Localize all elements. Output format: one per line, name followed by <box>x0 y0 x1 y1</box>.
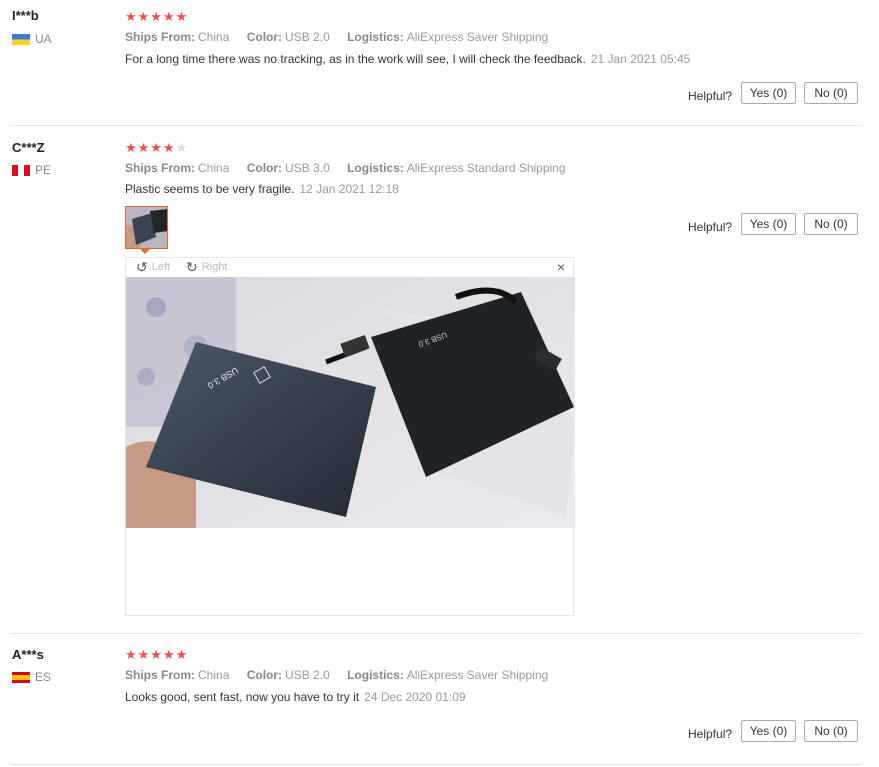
star-icon: ★ <box>125 647 137 662</box>
star-icon: ★ <box>175 647 188 662</box>
color-value: USB 2.0 <box>285 30 330 44</box>
logistics-label: Logistics: <box>347 668 404 682</box>
country-code: ES <box>35 670 52 684</box>
color-label: Color: <box>246 161 283 175</box>
logistics-value: AliExpress Standard Shipping <box>406 161 566 175</box>
review-divider <box>10 764 862 765</box>
star-icon: ★ <box>137 9 150 24</box>
order-info: Ships From: China Color: USB 2.0 Logistics… <box>125 668 562 682</box>
ships-from-label: Ships From: <box>125 668 196 682</box>
ships-from-value: China <box>198 668 230 682</box>
star-icon: ★ <box>162 647 175 662</box>
logistics-value: AliExpress Saver Shipping <box>406 30 549 44</box>
review-photo: USB 3.0 USB 3.0 <box>126 277 575 528</box>
review-body: For a long time there was no tracking, a… <box>125 52 586 66</box>
helpful-label: Helpful? <box>688 220 733 234</box>
color-label: Color: <box>246 668 283 682</box>
flag-es-icon <box>12 671 30 683</box>
star-icon: ★ <box>125 140 137 155</box>
logistics-value: AliExpress Saver Shipping <box>406 668 549 682</box>
reviewer-name: A***s <box>12 647 44 662</box>
helpful-yes-button[interactable]: Yes (0) <box>741 720 796 742</box>
star-icon: ★ <box>150 647 162 662</box>
reviewer-country: PE <box>12 163 51 177</box>
review-text: Plastic seems to be very fragile. 12 Jan … <box>125 182 399 196</box>
thumbnail-image <box>126 207 167 248</box>
review-body: Looks good, sent fast, now you have to t… <box>125 690 360 704</box>
review-date: 21 Jan 2021 05:45 <box>590 52 691 66</box>
flag-pe-icon <box>12 164 30 176</box>
star-icon: ★ <box>137 140 150 155</box>
helpful-label: Helpful? <box>688 89 733 103</box>
color-label: Color: <box>246 30 283 44</box>
ships-from-value: China <box>198 30 230 44</box>
rotate-left-label: Left <box>151 261 171 273</box>
logistics-label: Logistics: <box>347 30 404 44</box>
photo-image: USB 3.0 USB 3.0 <box>126 277 575 528</box>
review-date: 24 Dec 2020 01:09 <box>364 690 466 704</box>
star-rating: ★ ★ ★ ★ ★ <box>125 10 187 23</box>
review-body: Plastic seems to be very fragile. <box>125 182 295 196</box>
star-icon: ★ <box>137 647 150 662</box>
star-icon: ★ <box>125 9 137 24</box>
ships-from-label: Ships From: <box>125 161 196 175</box>
country-code: UA <box>35 32 52 46</box>
star-icon: ★ <box>150 9 162 24</box>
reviewer-country: UA <box>12 32 52 46</box>
reviewer-name: C***Z <box>12 140 45 155</box>
flag-ua-icon <box>12 33 30 45</box>
star-rating: ★ ★ ★ ★ ★ <box>125 141 187 154</box>
review-text: For a long time there was no tracking, a… <box>125 52 690 66</box>
star-icon: ★ <box>162 9 175 24</box>
star-rating: ★ ★ ★ ★ ★ <box>125 648 187 661</box>
rotate-right-label: Right <box>201 261 228 273</box>
star-icon: ★ <box>162 140 175 155</box>
rotate-right-button[interactable]: ↻ Right <box>186 259 228 275</box>
rotate-left-icon: ↺ <box>136 259 148 275</box>
color-value: USB 2.0 <box>285 668 330 682</box>
helpful-no-button[interactable]: No (0) <box>804 82 858 104</box>
reviewer-name: I***b <box>12 8 39 23</box>
helpful-no-button[interactable]: No (0) <box>804 213 858 235</box>
review-divider <box>10 125 862 126</box>
helpful-yes-button[interactable]: Yes (0) <box>741 213 796 235</box>
order-info: Ships From: China Color: USB 2.0 Logistics… <box>125 30 562 44</box>
reviewer-country: ES <box>12 670 51 684</box>
ships-from-value: China <box>198 161 230 175</box>
rotate-right-icon: ↻ <box>186 259 198 275</box>
review-photo-thumbnail[interactable] <box>125 206 168 249</box>
helpful-yes-button[interactable]: Yes (0) <box>741 82 796 104</box>
close-icon[interactable]: × <box>557 259 565 275</box>
star-icon: ★ <box>175 9 188 24</box>
review-divider <box>10 633 862 634</box>
helpful-label: Helpful? <box>688 727 733 741</box>
order-info: Ships From: China Color: USB 3.0 Logistics… <box>125 161 580 175</box>
thumbnail-pointer <box>140 249 150 254</box>
photo-viewer: ↺ Left ↻ Right × USB 3.0 USB 3.0 <box>125 257 575 616</box>
color-value: USB 3.0 <box>285 161 330 175</box>
rotate-left-button[interactable]: ↺ Left <box>136 259 171 275</box>
ships-from-label: Ships From: <box>125 30 196 44</box>
star-icon: ★ <box>150 140 162 155</box>
review-date: 12 Jan 2021 12:18 <box>299 182 399 196</box>
viewer-toolbar: ↺ Left ↻ Right × <box>126 258 573 277</box>
helpful-no-button[interactable]: No (0) <box>804 720 858 742</box>
country-code: PE <box>35 163 52 177</box>
logistics-label: Logistics: <box>347 161 404 175</box>
review-text: Looks good, sent fast, now you have to t… <box>125 690 466 704</box>
star-empty-icon: ★ <box>175 140 188 155</box>
